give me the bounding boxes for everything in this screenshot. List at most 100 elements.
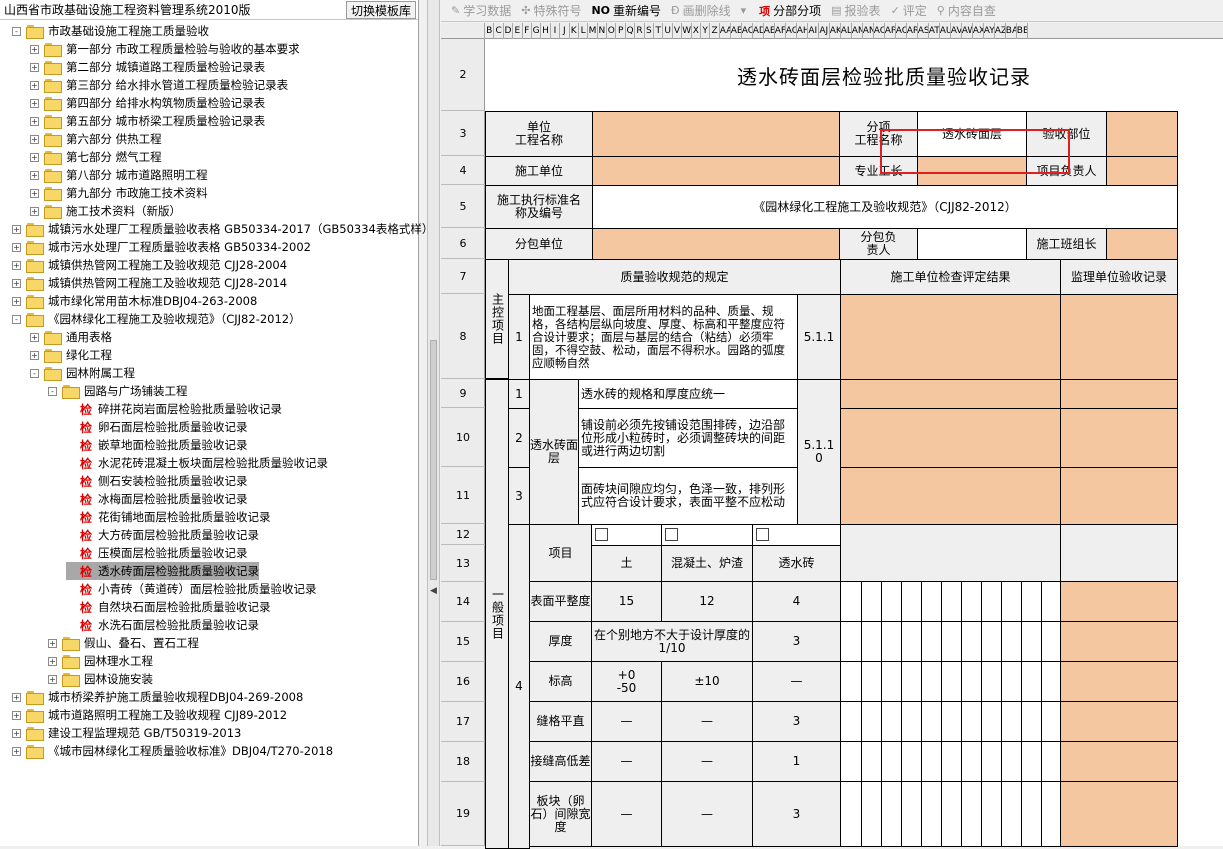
column-label[interactable]: AQ [896, 22, 907, 39]
column-label[interactable]: N [598, 22, 608, 39]
toolbar-button[interactable]: ▤ 报验表 [831, 2, 880, 19]
tree-item[interactable]: + 城市污水处理厂工程质量验收表格 GB50334-2002 [12, 238, 311, 256]
tol-row-supervise-input[interactable] [1060, 621, 1178, 662]
tree-item[interactable]: + 城市桥梁养护施工质量验收规程DBJ04-269-2008 [12, 688, 303, 706]
column-label[interactable]: J [560, 22, 570, 39]
collapse-icon[interactable]: - [12, 314, 21, 324]
column-label[interactable]: AG [786, 22, 797, 39]
tree-item[interactable]: 检花街铺地面层检验批质量验收记录 [66, 508, 271, 526]
tol-col2-check[interactable] [661, 524, 753, 546]
column-label[interactable]: AH [797, 22, 808, 39]
column-label[interactable]: AY [984, 22, 995, 39]
row-label[interactable]: 5 [441, 185, 485, 228]
tol-row-supervise-input[interactable] [1060, 701, 1178, 742]
row-label[interactable]: 16 [441, 662, 485, 702]
column-label[interactable]: T [654, 22, 664, 39]
tree-item[interactable]: 检侧石安装检验批质量验收记录 [66, 472, 248, 490]
tree-item[interactable]: + 通用表格 [30, 328, 112, 346]
expand-icon[interactable]: + [30, 62, 39, 72]
column-label[interactable]: R [635, 22, 645, 39]
g1-supervise-input[interactable] [1060, 379, 1178, 409]
tree-item[interactable]: + 城镇污水处理厂工程质量验收表格 GB50334-2017（GB50334表格式… [12, 220, 433, 238]
toolbar-button[interactable]: NO 重新编号 [591, 2, 661, 19]
column-label[interactable]: H [541, 22, 551, 39]
column-label[interactable]: X [692, 22, 701, 39]
column-label[interactable]: AJ [819, 22, 830, 39]
tree-item[interactable]: + 建设工程监理规范 GB/T50319-2013 [12, 724, 241, 742]
tree-item[interactable]: + 城镇供热管网工程施工及验收规范 CJJ28-2004 [12, 256, 287, 274]
subcontractor-input[interactable] [592, 228, 840, 260]
expand-icon[interactable]: + [12, 242, 21, 252]
column-label[interactable]: S [645, 22, 655, 39]
tree-item[interactable]: + 第六部分 供热工程 [30, 130, 162, 148]
tree-item[interactable]: 检碎拼花岗岩面层检验批质量验收记录 [66, 400, 282, 418]
column-label[interactable]: AL [841, 22, 852, 39]
expand-icon[interactable]: + [12, 710, 21, 720]
toolbar-button[interactable]: 项分部分项 [759, 2, 821, 19]
column-label[interactable]: V [673, 22, 683, 39]
column-label[interactable]: AK [830, 22, 841, 39]
column-label[interactable]: BA [1006, 22, 1017, 39]
column-label[interactable]: AU [940, 22, 951, 39]
scrollbar-thumb[interactable] [430, 340, 437, 580]
collapse-icon[interactable]: - [30, 368, 39, 378]
column-label[interactable]: I [551, 22, 561, 39]
expand-icon[interactable]: + [12, 728, 21, 738]
column-label[interactable]: AZ [995, 22, 1006, 39]
tree-item[interactable]: + 绿化工程 [30, 346, 112, 364]
row-label[interactable]: 11 [441, 467, 485, 524]
column-label[interactable]: AE [764, 22, 775, 39]
tree-item[interactable]: + 第二部分 城镇道路工程质量检验记录表 [30, 58, 265, 76]
column-label[interactable]: AP [885, 22, 896, 39]
column-label[interactable]: F [523, 22, 532, 39]
column-label[interactable]: D [504, 22, 514, 39]
tol-row-check-cells[interactable] [840, 661, 1061, 702]
tree-item[interactable]: 检小青砖（黄道砖）面层检验批质量验收记录 [66, 580, 317, 598]
row-label[interactable]: 17 [441, 702, 485, 742]
tol-row-supervise-input[interactable] [1060, 581, 1178, 622]
column-label[interactable]: Y [701, 22, 711, 39]
toolbar-button[interactable]: Ð 画删除线 [671, 2, 731, 19]
tol-row-supervise-input[interactable] [1060, 741, 1178, 782]
tree-item[interactable]: 检嵌草地面检验批质量验收记录 [66, 436, 248, 454]
row-label[interactable]: 10 [441, 408, 485, 467]
g2-check-input[interactable] [840, 408, 1061, 468]
column-label[interactable]: AI [808, 22, 819, 39]
column-label[interactable]: AF [775, 22, 786, 39]
collapse-icon[interactable]: - [48, 386, 57, 396]
column-label[interactable]: AA [720, 22, 731, 39]
tol-row-check-cells[interactable] [840, 781, 1061, 847]
expand-icon[interactable]: + [30, 188, 39, 198]
expand-icon[interactable]: + [12, 692, 21, 702]
expand-icon[interactable]: + [12, 278, 21, 288]
tree-item[interactable]: - 《园林绿化工程施工及验收规范》（CJJ82-2012） [12, 310, 301, 328]
column-label[interactable]: M [588, 22, 598, 39]
column-label[interactable]: BB [1017, 22, 1028, 39]
toolbar-button[interactable]: ✎ 学习数据 [451, 2, 511, 19]
foreman-input[interactable] [917, 156, 1027, 186]
column-label[interactable]: AS [918, 22, 929, 39]
column-label[interactable]: U [663, 22, 673, 39]
column-label[interactable]: E [513, 22, 523, 39]
tree-item[interactable]: + 第四部分 给排水构筑物质量检验记录表 [30, 94, 265, 112]
checkbox-icon[interactable] [665, 528, 678, 541]
g3-check-input[interactable] [840, 467, 1061, 525]
tree-item[interactable]: 检大方砖面层检验批质量验收记录 [66, 526, 259, 544]
tree-item[interactable]: + 城镇供热管网工程施工及验收规范 CJJ28-2014 [12, 274, 287, 292]
column-label[interactable]: AR [907, 22, 918, 39]
row-label[interactable]: 6 [441, 228, 485, 259]
column-label[interactable]: Z [710, 22, 720, 39]
tree-item[interactable]: + 城市绿化常用苗木标准DBJ04-263-2008 [12, 292, 257, 310]
column-label[interactable]: B [485, 22, 495, 39]
row-label[interactable]: 3 [441, 111, 485, 156]
sub-project-value[interactable]: 透水砖面层 [917, 111, 1027, 157]
row-label[interactable]: 18 [441, 742, 485, 782]
tol-col3-check[interactable] [752, 524, 841, 546]
row-label[interactable]: 14 [441, 582, 485, 622]
column-label[interactable]: O [607, 22, 617, 39]
column-label[interactable]: AX [973, 22, 984, 39]
tree-item[interactable]: - 园路与广场铺装工程 [48, 382, 188, 400]
tree-item[interactable]: + 第八部分 城市道路照明工程 [30, 166, 208, 184]
column-label[interactable]: AC [742, 22, 753, 39]
expand-icon[interactable]: + [30, 152, 39, 162]
